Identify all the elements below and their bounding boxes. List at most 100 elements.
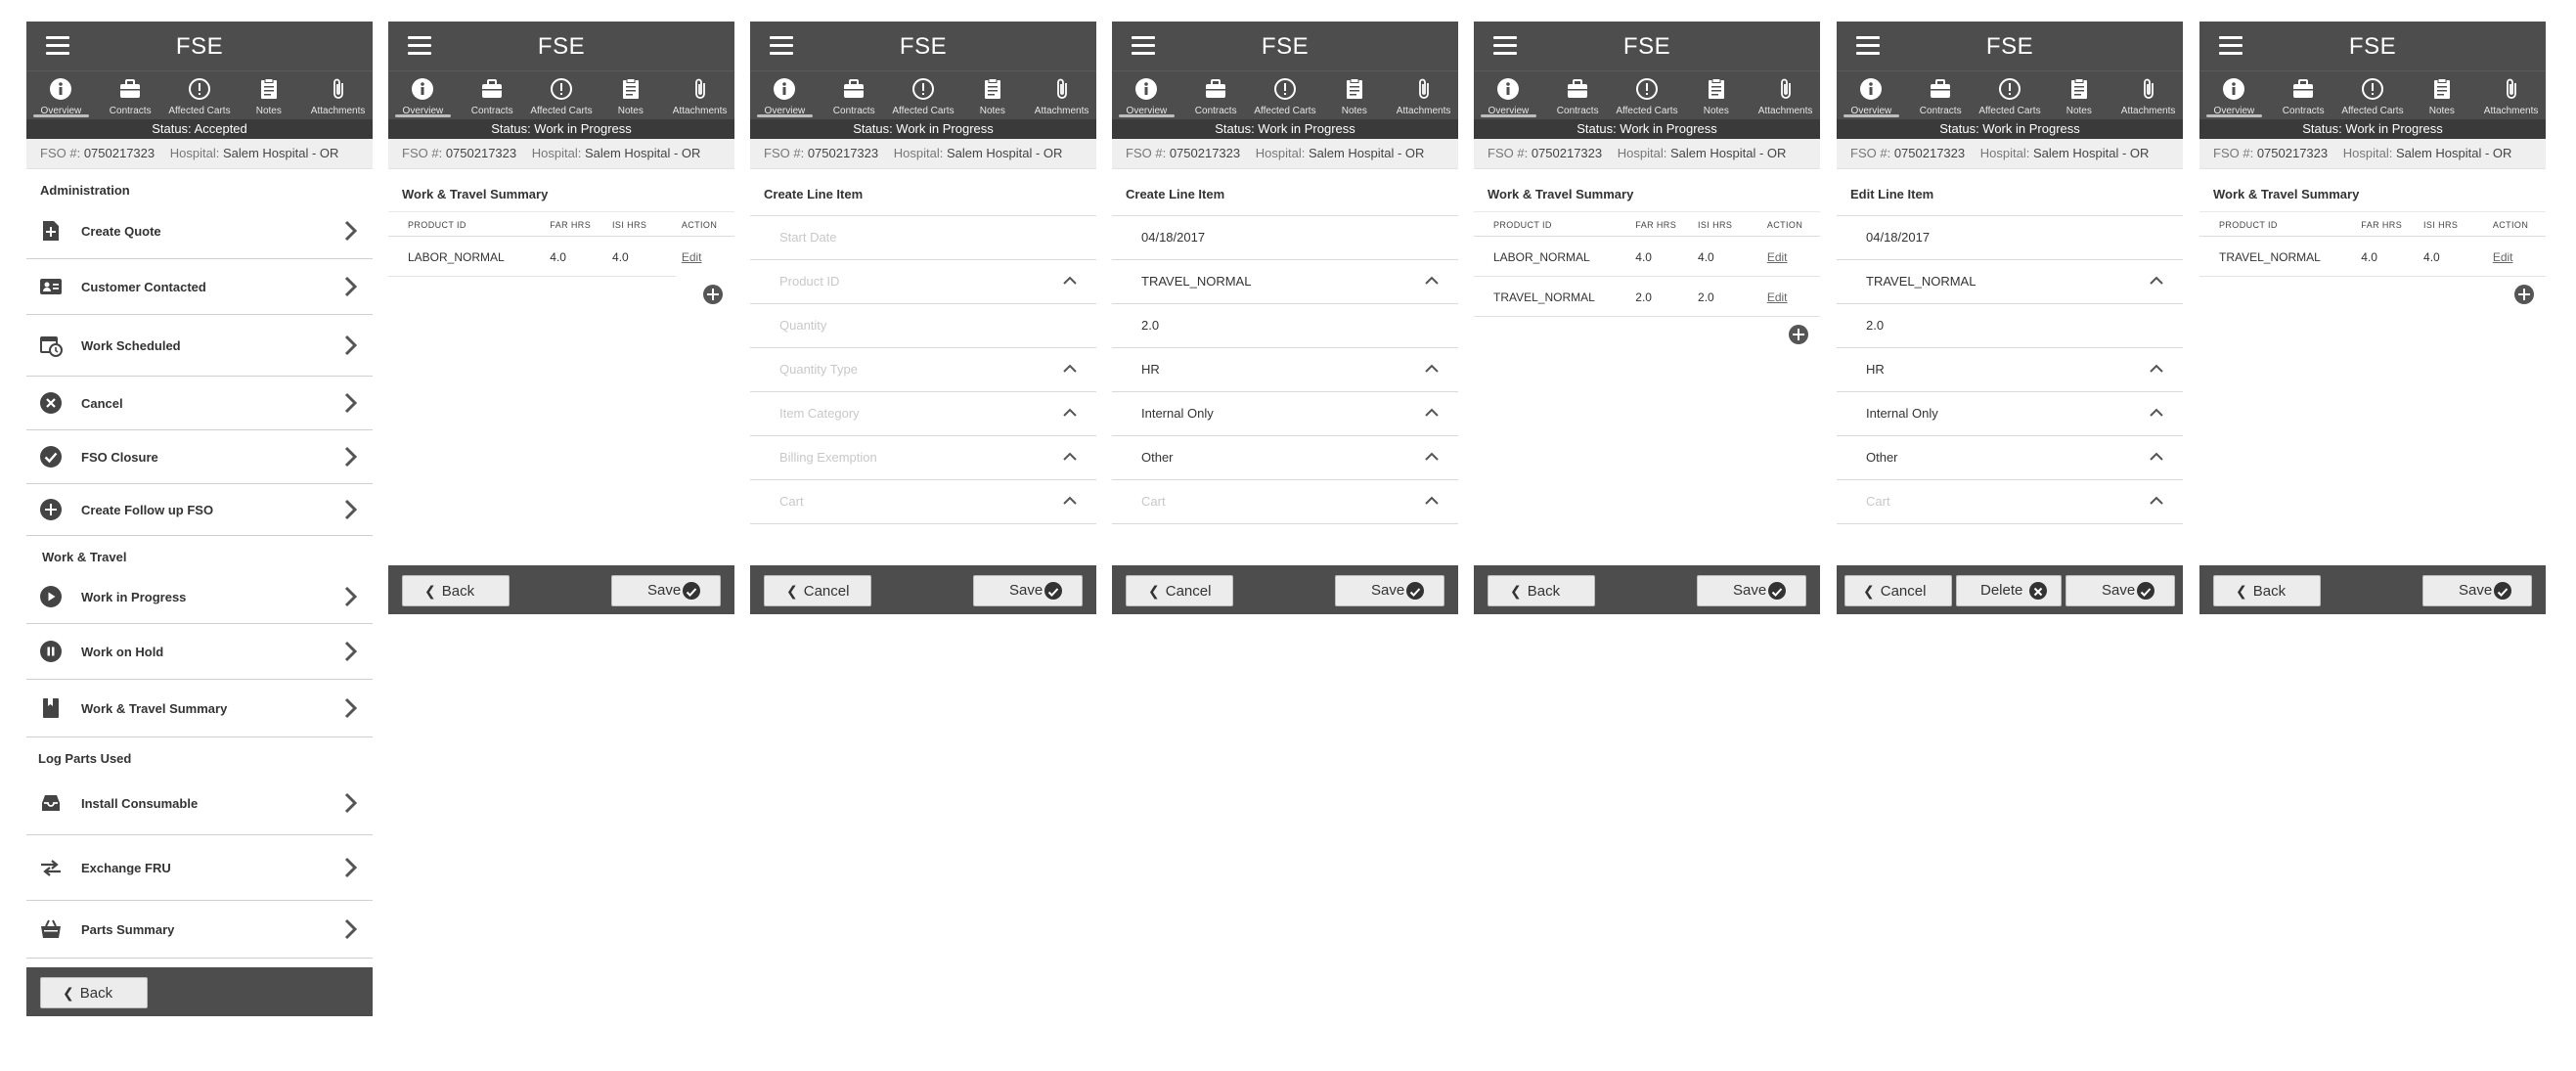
tab-attachments[interactable]: Attachments <box>665 71 734 119</box>
action-work-on-hold[interactable]: Work on Hold <box>26 624 373 680</box>
back-button[interactable]: ❮ Back <box>402 575 510 606</box>
tab-overview[interactable]: Overview <box>1837 71 1906 119</box>
alert-icon <box>1976 77 2045 107</box>
add-line-item-icon[interactable] <box>703 285 723 304</box>
quantity-type-select[interactable]: HR <box>1837 348 2183 392</box>
tab-affected-carts[interactable]: Affected Carts <box>2338 71 2408 119</box>
tab-attachments[interactable]: Attachments <box>1027 71 1096 119</box>
tab-attachments[interactable]: Attachments <box>2113 71 2183 119</box>
tab-contracts[interactable]: Contracts <box>1181 71 1251 119</box>
tab-contracts[interactable]: Contracts <box>1543 71 1613 119</box>
item-category-select[interactable]: Internal Only <box>1837 392 2183 436</box>
action-fso-closure[interactable]: FSO Closure <box>26 430 373 484</box>
tab-label: Affected Carts <box>530 106 593 116</box>
tab-affected-carts[interactable]: Affected Carts <box>889 71 958 119</box>
action-parts-summary[interactable]: Parts Summary <box>26 901 373 959</box>
quantity-field[interactable]: Quantity <box>750 304 1096 348</box>
quantity-field[interactable]: 2.0 <box>1112 304 1458 348</box>
tab-affected-carts[interactable]: Affected Carts <box>527 71 597 119</box>
delete-button[interactable]: Delete <box>1956 575 2062 606</box>
item-category-select[interactable]: Item Category <box>750 392 1096 436</box>
edit-link[interactable]: Edit <box>1767 250 1788 264</box>
tab-contracts[interactable]: Contracts <box>1906 71 1976 119</box>
tab-overview[interactable]: Overview <box>388 71 458 119</box>
save-button[interactable]: Save <box>973 575 1083 606</box>
back-button[interactable]: ❮ Back <box>2213 575 2321 606</box>
check-circle-icon <box>1406 582 1424 600</box>
tab-contracts[interactable]: Contracts <box>820 71 889 119</box>
item-category-select[interactable]: Internal Only <box>1112 392 1458 436</box>
tab-notes[interactable]: Notes <box>234 71 303 119</box>
action-install-consumable[interactable]: Install Consumable <box>26 772 373 835</box>
add-line-item-icon[interactable] <box>1789 325 1808 344</box>
tab-notes[interactable]: Notes <box>1681 71 1751 119</box>
edit-link[interactable]: Edit <box>2493 250 2513 264</box>
product-id-select[interactable]: Product ID <box>750 260 1096 304</box>
save-button[interactable]: Save <box>2065 575 2175 606</box>
cart-select[interactable]: Cart <box>1837 480 2183 524</box>
action-exchange-fru[interactable]: Exchange FRU <box>26 835 373 901</box>
tab-affected-carts[interactable]: Affected Carts <box>1976 71 2045 119</box>
action-work-in-progress[interactable]: Work in Progress <box>26 570 373 624</box>
cancel-button[interactable]: ❮ Cancel <box>1126 575 1233 606</box>
cart-select[interactable]: Cart <box>1112 480 1458 524</box>
tab-overview[interactable]: Overview <box>1112 71 1181 119</box>
tab-contracts[interactable]: Contracts <box>2269 71 2338 119</box>
tab-overview[interactable]: Overview <box>26 71 96 119</box>
action-cancel[interactable]: Cancel <box>26 377 373 430</box>
add-line-item-icon[interactable] <box>2514 285 2534 304</box>
tab-notes[interactable]: Notes <box>2044 71 2113 119</box>
cancel-button[interactable]: ❮ Cancel <box>1844 575 1952 606</box>
back-button[interactable]: ❮ Back <box>40 977 148 1008</box>
quantity-type-select[interactable]: Quantity Type <box>750 348 1096 392</box>
quantity-field[interactable]: 2.0 <box>1837 304 2183 348</box>
tab-contracts[interactable]: Contracts <box>458 71 527 119</box>
tab-overview[interactable]: Overview <box>1474 71 1543 119</box>
billing-exemption-select[interactable]: Other <box>1112 436 1458 480</box>
action-customer-contacted[interactable]: Customer Contacted <box>26 259 373 315</box>
play-circle-icon <box>38 584 64 609</box>
tab-attachments[interactable]: Attachments <box>2476 71 2546 119</box>
hospital-name: Salem Hospital - OR <box>1669 146 1787 160</box>
tab-attachments[interactable]: Attachments <box>1751 71 1820 119</box>
action-create-quote[interactable]: Create Quote <box>26 203 373 259</box>
tab-notes[interactable]: Notes <box>957 71 1027 119</box>
action-work-travel-summary[interactable]: Work & Travel Summary <box>26 680 373 737</box>
tab-contracts[interactable]: Contracts <box>96 71 165 119</box>
product-id-select[interactable]: TRAVEL_NORMAL <box>1112 260 1458 304</box>
start-date-field[interactable]: 04/18/2017 <box>1112 216 1458 260</box>
tab-overview[interactable]: Overview <box>2199 71 2269 119</box>
tab-affected-carts[interactable]: Affected Carts <box>165 71 235 119</box>
billing-exemption-select[interactable]: Other <box>1837 436 2183 480</box>
save-button[interactable]: Save <box>611 575 721 606</box>
tab-bar: Overview Contracts Affected Carts Notes … <box>750 70 1096 119</box>
action-label: Work & Travel Summary <box>81 700 228 716</box>
billing-exemption-select[interactable]: Billing Exemption <box>750 436 1096 480</box>
product-id-select[interactable]: TRAVEL_NORMAL <box>1837 260 2183 304</box>
cancel-button[interactable]: ❮ Cancel <box>764 575 871 606</box>
action-work-scheduled[interactable]: Work Scheduled <box>26 315 373 377</box>
cart-select[interactable]: Cart <box>750 480 1096 524</box>
column-header: PRODUCT ID <box>2199 211 2356 237</box>
tab-overview[interactable]: Overview <box>750 71 820 119</box>
quantity-type-select[interactable]: HR <box>1112 348 1458 392</box>
tab-affected-carts[interactable]: Affected Carts <box>1613 71 1682 119</box>
start-date-field[interactable]: Start Date <box>750 216 1096 260</box>
tab-notes[interactable]: Notes <box>596 71 665 119</box>
tab-attachments[interactable]: Attachments <box>1389 71 1458 119</box>
edit-link[interactable]: Edit <box>1767 290 1788 304</box>
clipboard-icon <box>234 77 303 107</box>
tab-affected-carts[interactable]: Affected Carts <box>1251 71 1320 119</box>
hospital-name: Salem Hospital - OR <box>946 146 1063 160</box>
save-button[interactable]: Save <box>1697 575 1806 606</box>
tab-notes[interactable]: Notes <box>1319 71 1389 119</box>
tab-attachments[interactable]: Attachments <box>303 71 373 119</box>
save-button[interactable]: Save <box>1335 575 1444 606</box>
back-button[interactable]: ❮ Back <box>1488 575 1595 606</box>
edit-link[interactable]: Edit <box>682 250 702 264</box>
tab-notes[interactable]: Notes <box>2407 71 2476 119</box>
fso-label: FSO #: <box>402 146 443 160</box>
start-date-field[interactable]: 04/18/2017 <box>1837 216 2183 260</box>
action-create-follow-up-fso[interactable]: Create Follow up FSO <box>26 484 373 536</box>
save-button[interactable]: Save <box>2422 575 2532 606</box>
